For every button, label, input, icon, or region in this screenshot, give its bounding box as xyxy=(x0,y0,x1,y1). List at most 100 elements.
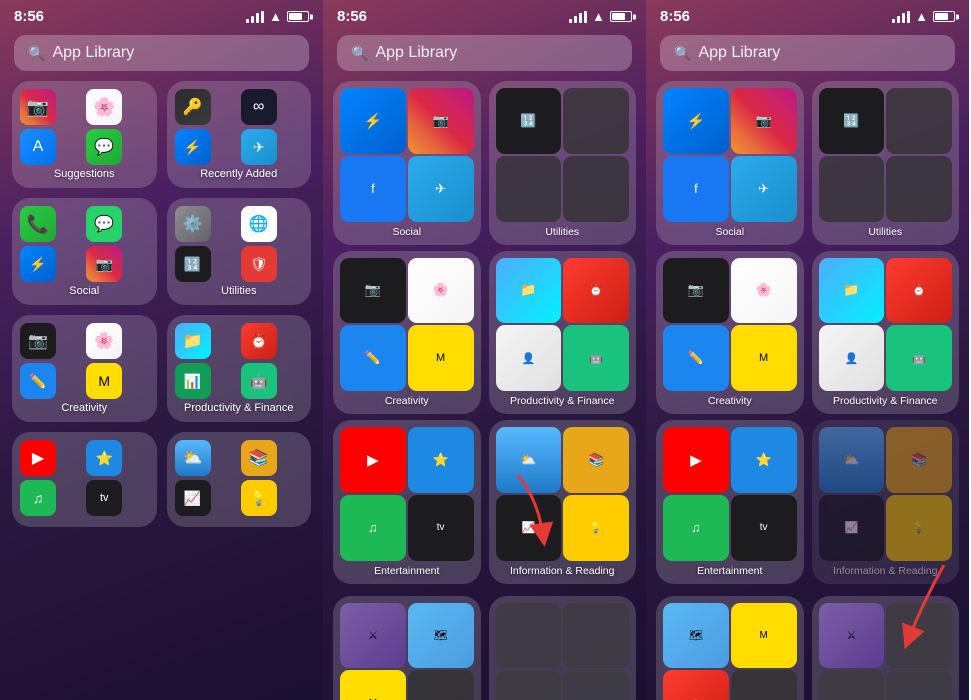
app-dark2-2 xyxy=(408,670,474,700)
app-calc-2: 🔢 xyxy=(496,88,562,154)
folder-label-creativity-3: Creativity xyxy=(661,393,799,409)
app-icon-camera: 📷 xyxy=(20,323,56,359)
app-appletv-2: tv xyxy=(408,495,474,561)
folder-entertainment-1[interactable]: ▶ ⭐ ♫ tv xyxy=(12,432,157,527)
app-icon-photos: 🌸 xyxy=(86,89,122,125)
app-icon-freeform: ✏️ xyxy=(20,363,56,399)
pg-row-1: ⚡ 📷 f ✈ Social 🔢 Utilities xyxy=(333,81,636,245)
time-3: 8:56 xyxy=(660,8,690,25)
app-grid-1: 📷 🌸 A 💬 Suggestions 🔑 ∞ ⚡ ✈ Recently Add… xyxy=(0,81,323,527)
app-icon-settings: ⚙️ xyxy=(175,206,211,242)
wifi-icon-2: ▲ xyxy=(592,9,605,24)
app-miro-2: M xyxy=(408,325,474,391)
folder-info-1[interactable]: ⛅ 📚 📈 💡 xyxy=(167,432,312,527)
app-icon-spotify: ♫ xyxy=(20,480,56,516)
battery-icon-1 xyxy=(287,11,309,22)
search-icon-3: 🔍 xyxy=(674,45,691,62)
folder-label-creativity-1: Creativity xyxy=(20,402,149,414)
status-bar-3: 8:56 ▲ xyxy=(646,0,969,29)
app-chatgpt-3: 🤖 xyxy=(886,325,952,391)
status-icons-3: ▲ xyxy=(892,9,955,24)
folder-other-2[interactable]: ⚔ 🗺 M Other xyxy=(333,596,481,700)
app-testflight-3: ⭐ xyxy=(731,427,797,493)
battery-icon-2 xyxy=(610,11,632,22)
folder-label-social-2: Social xyxy=(338,224,476,240)
search-icon-2: 🔍 xyxy=(351,45,368,62)
folder-hidden-2[interactable]: Hidden xyxy=(489,596,637,700)
folder-label-productivity-3: Productivity & Finance xyxy=(817,393,955,409)
app-icon-messages: 💬 xyxy=(86,129,122,165)
wifi-icon-3: ▲ xyxy=(915,9,928,24)
folder-other-3[interactable]: 🗺 M ! Other xyxy=(656,596,804,700)
phone-panel-1: 8:56 ▲ 🔍 App Library 📷 🌸 A 💬 Suggestion xyxy=(0,0,323,700)
app-icon-phone: 📞 xyxy=(20,206,56,242)
status-bar-1: 8:56 ▲ xyxy=(0,0,323,29)
app-miro-3: M xyxy=(731,325,797,391)
app-hidden-3c xyxy=(886,670,952,700)
app-contacts-2: 👤 xyxy=(496,325,562,391)
app-photos-3: 🌸 xyxy=(731,258,797,324)
folder-productivity-2[interactable]: 📁 ⏰ 👤 🤖 Productivity & Finance xyxy=(489,251,637,415)
app-stocks-3: 📈 xyxy=(819,495,885,561)
status-icons-1: ▲ xyxy=(246,9,309,24)
pg-row-3: ▶ ⭐ ♫ tv Entertainment ⛅ 📚 📈 💡 Informati… xyxy=(333,420,636,584)
search-label-3: App Library xyxy=(698,44,780,62)
app-facebook-3: f xyxy=(663,156,729,222)
search-icon-1: 🔍 xyxy=(28,45,45,62)
app-hidden-3b xyxy=(819,670,885,700)
app-icon-chatgpt: 🤖 xyxy=(241,363,277,399)
arrow-2 xyxy=(498,470,558,555)
app-messenger-2: ⚡ xyxy=(340,88,406,154)
folder-icons-entertainment-3: ▶ ⭐ ♫ tv xyxy=(661,425,799,563)
folder-entertainment-2[interactable]: ▶ ⭐ ♫ tv Entertainment xyxy=(333,420,481,584)
folder-recently-added[interactable]: 🔑 ∞ ⚡ ✈ Recently Added xyxy=(167,81,312,188)
folder-icons-utilities-3: 🔢 xyxy=(817,86,955,224)
folder-utilities-3[interactable]: 🔢 Utilities xyxy=(812,81,960,245)
folder-creativity-1[interactable]: 📷 🌸 ✏️ M Creativity xyxy=(12,315,157,422)
folder-label-info-2: Information & Reading xyxy=(494,563,632,579)
search-bar-3[interactable]: 🔍 App Library xyxy=(660,35,955,71)
app-icon-messenger2: ⚡ xyxy=(20,246,56,282)
app-icon-chrome: 🌐 xyxy=(241,206,277,242)
folder-social-2[interactable]: ⚡ 📷 f ✈ Social xyxy=(333,81,481,245)
pg3-row-1: ⚡ 📷 f ✈ Social 🔢 Utilities xyxy=(656,81,959,245)
folder-productivity-1[interactable]: 📁 ⏰ 📊 🤖 Productivity & Finance xyxy=(167,315,312,422)
app-contacts-3: 👤 xyxy=(819,325,885,391)
app-messenger-3: ⚡ xyxy=(663,88,729,154)
search-bar-1[interactable]: 🔍 App Library xyxy=(14,35,309,71)
app-youtube-2: ▶ xyxy=(340,427,406,493)
folder-icons-creativity-3: 📷 🌸 ✏️ M xyxy=(661,256,799,394)
app-books-2: 📚 xyxy=(563,427,629,493)
folder-icons-entertainment-2: ▶ ⭐ ♫ tv xyxy=(338,425,476,563)
folder-social-3[interactable]: ⚡ 📷 f ✈ Social xyxy=(656,81,804,245)
folder-suggestions[interactable]: 📷 🌸 A 💬 Suggestions xyxy=(12,81,157,188)
app-reminder-2: ⏰ xyxy=(563,258,629,324)
app-icon-instagram: 📷 xyxy=(20,89,56,125)
folder-icons-recently-added: 🔑 ∞ ⚡ ✈ xyxy=(175,89,304,165)
folder-icons-other-3: 🗺 M ! xyxy=(661,601,799,700)
app-icon-appstore: A xyxy=(20,129,56,165)
app-reminder2-3: ! xyxy=(663,670,729,700)
folder-utilities-2[interactable]: 🔢 Utilities xyxy=(489,81,637,245)
folder-productivity-3[interactable]: 📁 ⏰ 👤 🤖 Productivity & Finance xyxy=(812,251,960,415)
folder-creativity-3[interactable]: 📷 🌸 ✏️ M Creativity xyxy=(656,251,804,415)
app-hidden-2c xyxy=(496,670,562,700)
folder-icons-info-1: ⛅ 📚 📈 💡 xyxy=(175,440,304,516)
folder-creativity-2[interactable]: 📷 🌸 ✏️ M Creativity xyxy=(333,251,481,415)
folder-utilities-1[interactable]: ⚙️ 🌐 🔢 🛡 Utilities xyxy=(167,198,312,305)
app-hidden-2a xyxy=(496,603,562,669)
folder-social-1[interactable]: 📞 💬 ⚡ 📷 Social xyxy=(12,198,157,305)
app-reminder-3: ⏰ xyxy=(886,258,952,324)
folder-icons-creativity-1: 📷 🌸 ✏️ M xyxy=(20,323,149,399)
app-icon-tips: 💡 xyxy=(241,480,277,516)
folder-entertainment-3[interactable]: ▶ ⭐ ♫ tv Entertainment xyxy=(656,420,804,584)
app-icon-sheets: 📊 xyxy=(175,363,211,399)
app-maps-3: 🗺 xyxy=(663,603,729,669)
app-photos-2: 🌸 xyxy=(408,258,474,324)
app-chatgpt-2: 🤖 xyxy=(563,325,629,391)
app-icon-weather: ⛅ xyxy=(175,440,211,476)
app-icon-photos2: 🌸 xyxy=(86,323,122,359)
search-bar-2[interactable]: 🔍 App Library xyxy=(337,35,632,71)
app-icon-bitdefender: 🛡 xyxy=(241,246,277,282)
app-icon-appletv: tv xyxy=(86,480,122,516)
